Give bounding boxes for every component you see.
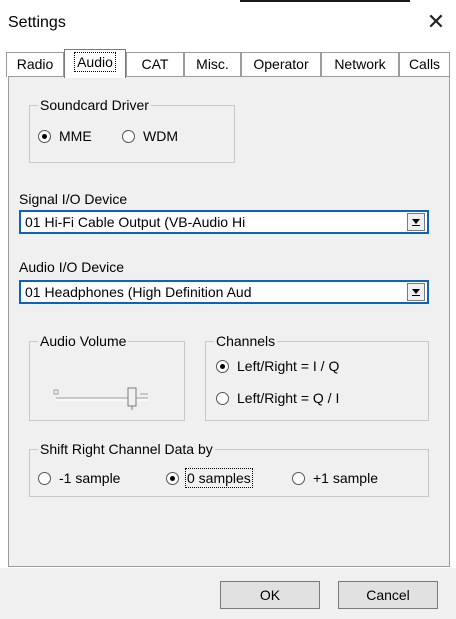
window-edge (240, 0, 410, 2)
shift-channel-legend: Shift Right Channel Data by (38, 441, 215, 457)
audio-tab-panel: Soundcard Driver MME WDM Signal I/O Devi… (8, 76, 450, 567)
signal-io-value: 01 Hi-Fi Cable Output (VB-Audio Hi (25, 214, 246, 230)
signal-io-dropdown[interactable]: 01 Hi-Fi Cable Output (VB-Audio Hi (19, 210, 429, 234)
soundcard-driver-legend: Soundcard Driver (38, 97, 151, 113)
radio-minus-one-sample-label: -1 sample (59, 470, 121, 486)
tab-misc[interactable]: Misc. (184, 52, 241, 77)
radio-wdm-label: WDM (143, 128, 178, 144)
radio-button-selected[interactable] (38, 129, 51, 143)
radio-button[interactable] (122, 129, 135, 143)
radio-left-right-iq-label: Left/Right = I / Q (237, 358, 340, 374)
radio-button-selected[interactable] (216, 359, 229, 373)
window-title: Settings (8, 14, 66, 31)
channels-legend: Channels (214, 333, 278, 349)
radio-mme-label: MME (59, 128, 92, 144)
channels-group: Channels Left/Right = I / Q Left/Right =… (205, 333, 429, 421)
radio-left-right-iq[interactable]: Left/Right = I / Q (216, 358, 339, 374)
tab-audio[interactable]: Audio (64, 49, 126, 78)
radio-left-right-qi[interactable]: Left/Right = Q / I (216, 390, 339, 406)
tab-strip: Radio Audio CAT Misc. Operator Network C… (0, 46, 456, 78)
radio-minus-one-sample[interactable]: -1 sample (38, 470, 120, 486)
chevron-down-icon[interactable] (407, 283, 425, 301)
tab-operator[interactable]: Operator (241, 52, 321, 77)
radio-button[interactable] (216, 391, 229, 405)
signal-io-label: Signal I/O Device (19, 191, 128, 207)
tab-cat[interactable]: CAT (126, 52, 184, 77)
radio-button[interactable] (38, 471, 51, 485)
radio-zero-samples[interactable]: 0 samples (166, 468, 253, 488)
close-icon[interactable]: ✕ (422, 10, 450, 38)
audio-volume-legend: Audio Volume (38, 333, 129, 349)
audio-io-label: Audio I/O Device (19, 259, 125, 275)
audio-io-value: 01 Headphones (High Definition Aud (25, 284, 252, 300)
radio-wdm[interactable]: WDM (122, 128, 178, 144)
radio-plus-one-sample[interactable]: +1 sample (292, 470, 378, 486)
chevron-down-icon[interactable] (407, 213, 425, 231)
radio-mme[interactable]: MME (38, 128, 92, 144)
radio-plus-one-sample-label: +1 sample (313, 470, 378, 486)
audio-io-dropdown[interactable]: 01 Headphones (High Definition Aud (19, 280, 429, 304)
cancel-button[interactable]: Cancel (338, 581, 438, 609)
ok-button[interactable]: OK (220, 581, 320, 609)
radio-zero-samples-label: 0 samples (185, 468, 253, 488)
radio-button[interactable] (292, 471, 305, 485)
dialog-footer: OK Cancel (0, 568, 456, 619)
soundcard-driver-group: Soundcard Driver MME WDM (29, 97, 235, 163)
volume-slider[interactable] (52, 382, 152, 412)
tab-radio[interactable]: Radio (6, 52, 64, 77)
radio-left-right-qi-label: Left/Right = Q / I (237, 390, 340, 406)
shift-channel-group: Shift Right Channel Data by -1 sample 0 … (29, 441, 429, 497)
radio-button-selected[interactable] (166, 471, 179, 485)
audio-volume-group: Audio Volume (29, 333, 185, 421)
tab-calls[interactable]: Calls (399, 52, 450, 77)
title-bar: Settings ✕ (0, 0, 456, 46)
tab-network[interactable]: Network (321, 52, 399, 77)
